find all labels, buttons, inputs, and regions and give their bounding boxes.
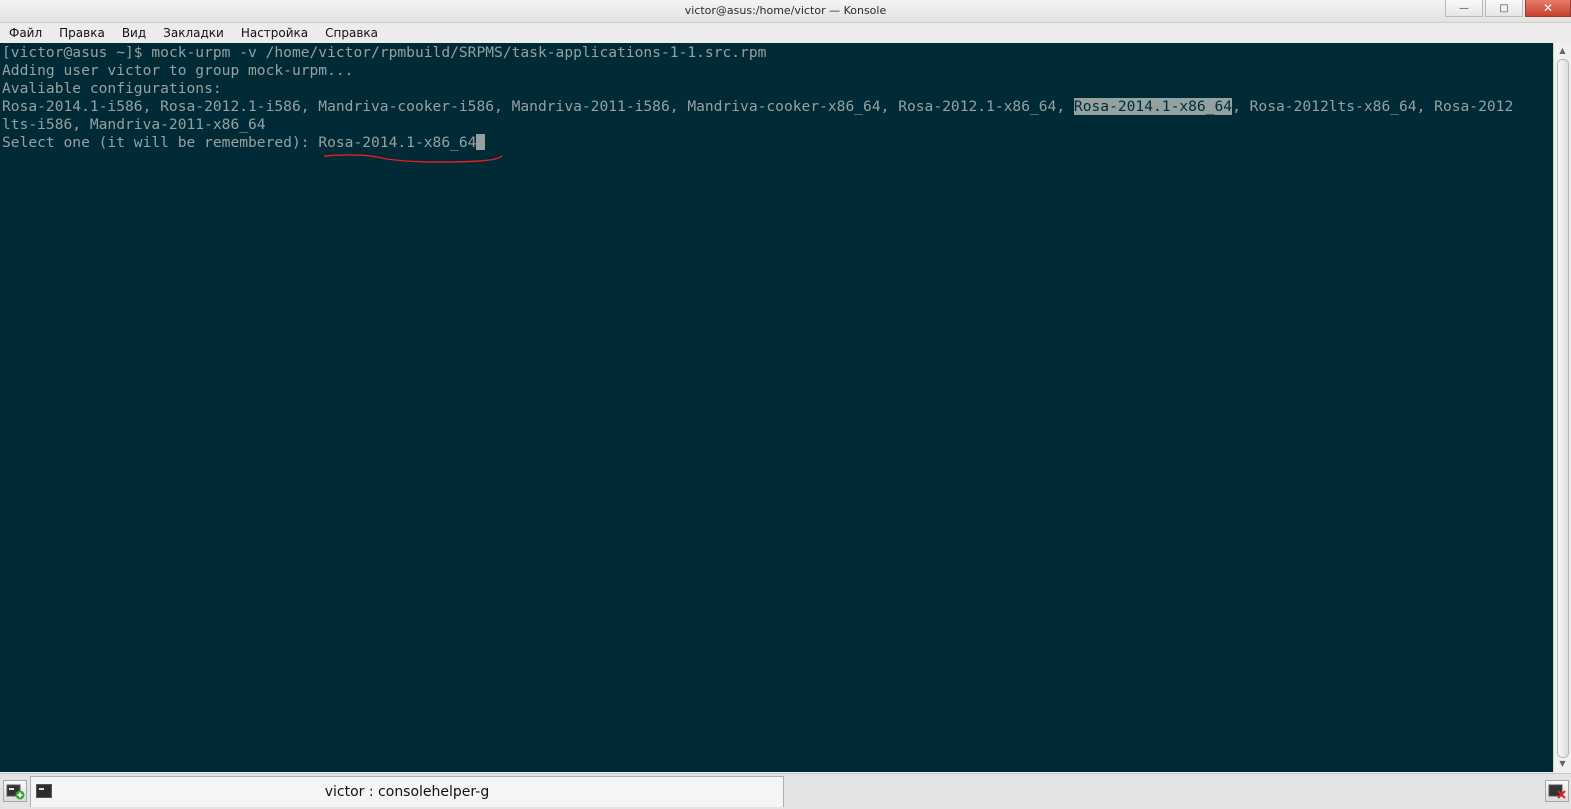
select-prompt: Select one (it will be remembered): bbox=[2, 134, 319, 151]
title-bar: victor@asus:/home/victor — Konsole — □ ✕ bbox=[0, 0, 1571, 23]
maximize-icon: □ bbox=[1499, 2, 1509, 14]
window-title: victor@asus:/home/victor — Konsole bbox=[684, 4, 887, 17]
typed-input: Rosa-2014.1-x86_64 bbox=[318, 134, 477, 151]
new-tab-button[interactable] bbox=[3, 780, 27, 802]
scroll-down-icon[interactable]: ▼ bbox=[1554, 757, 1571, 771]
output-line: lts-i586, Mandriva-2011-x86_64 bbox=[2, 116, 266, 133]
tab-terminal[interactable]: victor : consolehelper-g bbox=[30, 776, 784, 807]
red-underline-annotation bbox=[323, 154, 503, 163]
command-line: [victor@asus ~]$ mock-urpm -v /home/vict… bbox=[2, 44, 1513, 62]
shell-prompt: [victor@asus ~]$ bbox=[2, 44, 152, 61]
scrollbar-thumb[interactable] bbox=[1557, 59, 1569, 758]
output-line: Avaliable configurations: bbox=[2, 80, 222, 97]
config-list-text: Rosa-2014.1-i586, Rosa-2012.1-i586, Mand… bbox=[2, 98, 1074, 115]
menu-settings[interactable]: Настройка bbox=[232, 26, 316, 40]
selected-text-highlight: Rosa-2014.1-x86_64 bbox=[1073, 98, 1233, 115]
configurations-line: Rosa-2014.1-i586, Rosa-2012.1-i586, Mand… bbox=[2, 98, 1513, 116]
menu-help[interactable]: Справка bbox=[316, 26, 386, 40]
close-icon: ✕ bbox=[1542, 1, 1554, 15]
text-cursor bbox=[476, 134, 486, 150]
config-list-text: , Rosa-2012lts-x86_64, Rosa-2012 bbox=[1232, 98, 1514, 115]
menu-bookmarks[interactable]: Закладки bbox=[154, 26, 232, 40]
scroll-up-icon[interactable]: ▲ bbox=[1554, 44, 1571, 58]
input-line: Select one (it will be remembered): Rosa… bbox=[2, 134, 1513, 152]
menu-file[interactable]: Файл bbox=[0, 26, 50, 40]
output-line: Adding user victor to group mock-urpm... bbox=[2, 62, 354, 79]
tab-label: victor : consolehelper-g bbox=[324, 784, 490, 800]
vertical-scrollbar[interactable]: ▲ ▼ bbox=[1553, 43, 1571, 772]
terminal-area[interactable]: [victor@asus ~]$ mock-urpm -v /home/vict… bbox=[0, 43, 1553, 772]
new-tab-icon bbox=[6, 784, 25, 800]
window-controls: — □ ✕ bbox=[1443, 0, 1571, 18]
minimize-button[interactable]: — bbox=[1445, 0, 1483, 17]
close-tab-icon bbox=[1548, 784, 1566, 799]
menu-bar: Файл Правка Вид Закладки Настройка Справ… bbox=[0, 23, 1571, 43]
command-text: mock-urpm -v /home/victor/rpmbuild/SRPMS… bbox=[151, 44, 767, 61]
tab-bar: victor : consolehelper-g bbox=[0, 773, 1571, 809]
menu-view[interactable]: Вид bbox=[113, 26, 154, 40]
terminal-output: [victor@asus ~]$ mock-urpm -v /home/vict… bbox=[2, 44, 1513, 152]
menu-edit[interactable]: Правка bbox=[50, 26, 113, 40]
close-tab-button[interactable] bbox=[1545, 780, 1569, 802]
close-button[interactable]: ✕ bbox=[1525, 0, 1571, 17]
maximize-button[interactable]: □ bbox=[1485, 0, 1523, 17]
minimize-icon: — bbox=[1459, 2, 1469, 14]
